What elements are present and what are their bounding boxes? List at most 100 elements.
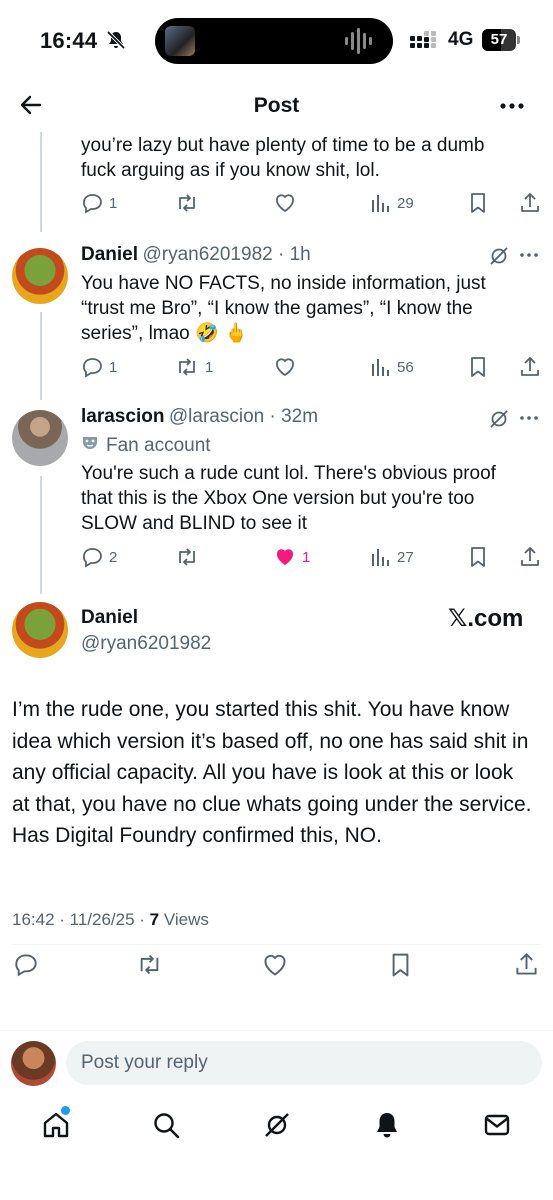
repost-button[interactable] (175, 192, 199, 214)
handle-time[interactable]: @ryan6201982 · 1h (142, 244, 310, 265)
reply-count: 1 (109, 358, 118, 376)
views-button[interactable]: 29 (371, 192, 414, 214)
silent-mode-icon (106, 30, 126, 55)
views-count: 7 (149, 910, 160, 929)
post-text: I’m the rude one, you started this shit.… (12, 698, 532, 847)
reply-icon (81, 546, 103, 568)
watermark: 𝕏.com (448, 605, 524, 632)
reply-text: You have NO FACTS, no inside information… (81, 273, 486, 344)
battery-percent: 57 (490, 31, 508, 48)
search-icon[interactable] (151, 1110, 181, 1145)
like-icon-filled (274, 546, 296, 568)
grok-icon[interactable] (488, 245, 510, 272)
bookmark-icon (468, 356, 488, 378)
view-count: 27 (397, 548, 414, 566)
reply-text: You're such a rude cunt lol. There's obv… (81, 463, 496, 534)
reply-icon[interactable] (13, 952, 38, 982)
reply-header: Daniel @ryan6201982 · 1h (81, 244, 311, 266)
view-count: 29 (397, 194, 414, 212)
now-playing-thumbnail (165, 26, 195, 56)
share-button[interactable] (519, 192, 541, 214)
notifications-icon[interactable] (372, 1110, 402, 1145)
display-name[interactable]: larascion (81, 406, 164, 427)
views-button[interactable]: 27 (371, 546, 414, 568)
network-type: 4G (448, 29, 474, 50)
reply-text: you’re lazy but have plenty of time to b… (81, 135, 485, 181)
repost-icon (175, 192, 199, 214)
action-bar: 2 1 27 (81, 543, 541, 571)
dynamic-island (155, 18, 393, 64)
views-icon (371, 356, 391, 378)
action-bar: 1 1 56 (81, 353, 541, 381)
views-label: Views (159, 910, 209, 929)
thread-connector (40, 132, 42, 232)
post-timestamp[interactable]: 16:42 · 11/26/25 · (12, 910, 150, 929)
reply-icon (81, 192, 103, 214)
grok-icon[interactable] (488, 408, 510, 435)
more-icon[interactable] (518, 247, 540, 268)
view-count: 56 (397, 358, 414, 376)
thread-connector (40, 476, 42, 594)
reply-button[interactable]: 1 (81, 356, 117, 378)
more-icon[interactable] (518, 410, 540, 431)
reply-button[interactable]: 2 (81, 546, 117, 568)
status-bar: 16:44 4G 57 (0, 0, 553, 86)
battery-indicator: 57 (482, 29, 520, 51)
post-meta: 16:42 · 11/26/25 · 7 Views (12, 910, 209, 930)
home-notification-dot (61, 1106, 70, 1115)
like-button[interactable] (274, 356, 296, 378)
like-button[interactable]: 1 (274, 546, 310, 568)
like-icon (274, 192, 296, 214)
like-icon (274, 356, 296, 378)
more-icon[interactable] (498, 94, 526, 123)
page-title: Post (253, 94, 300, 117)
thread-connector (40, 312, 42, 400)
bookmark-button[interactable] (468, 356, 488, 378)
bookmark-icon (468, 192, 488, 214)
repost-button[interactable]: 1 (175, 356, 213, 378)
share-button[interactable] (519, 546, 541, 568)
handle[interactable]: @ryan6201982 (81, 633, 211, 655)
reply-button[interactable]: 1 (81, 192, 117, 214)
display-name[interactable]: Daniel (81, 607, 138, 629)
repost-button[interactable] (175, 546, 199, 568)
share-icon (519, 356, 541, 378)
status-time: 16:44 (40, 28, 98, 53)
bookmark-icon (468, 546, 488, 568)
handle-time[interactable]: @larascion · 32m (169, 406, 318, 427)
bookmark-icon[interactable] (389, 952, 412, 983)
reply-count: 1 (109, 194, 118, 212)
share-icon (519, 192, 541, 214)
display-name[interactable]: Daniel (81, 244, 138, 265)
bookmark-button[interactable] (468, 546, 488, 568)
reply-count: 2 (109, 548, 118, 566)
audio-waveform-icon (345, 28, 373, 59)
share-icon[interactable] (514, 952, 539, 982)
reply-input[interactable]: Post your reply (66, 1041, 542, 1085)
views-icon (371, 546, 391, 568)
messages-icon[interactable] (482, 1110, 512, 1145)
like-count: 1 (302, 548, 311, 566)
avatar[interactable] (12, 248, 68, 304)
grok-icon[interactable] (262, 1110, 292, 1145)
fan-account-label: Fan account (81, 434, 211, 457)
reply-icon (81, 356, 103, 378)
main-action-bar (0, 950, 553, 980)
share-button[interactable] (519, 356, 541, 378)
share-icon (519, 546, 541, 568)
repost-icon[interactable] (136, 952, 163, 982)
like-icon[interactable] (262, 952, 288, 983)
divider (12, 944, 541, 945)
mask-icon (81, 434, 99, 457)
signal-strength-icon (410, 31, 440, 56)
bookmark-button[interactable] (468, 192, 488, 214)
reply-header: larascion @larascion · 32m (81, 406, 318, 428)
action-bar: 1 29 (81, 189, 541, 217)
repost-icon (175, 546, 199, 568)
avatar[interactable] (12, 602, 68, 658)
current-user-avatar[interactable] (11, 1041, 56, 1086)
views-button[interactable]: 56 (371, 356, 414, 378)
like-button[interactable] (274, 192, 296, 214)
avatar[interactable] (12, 410, 68, 466)
home-icon[interactable] (41, 1110, 71, 1145)
